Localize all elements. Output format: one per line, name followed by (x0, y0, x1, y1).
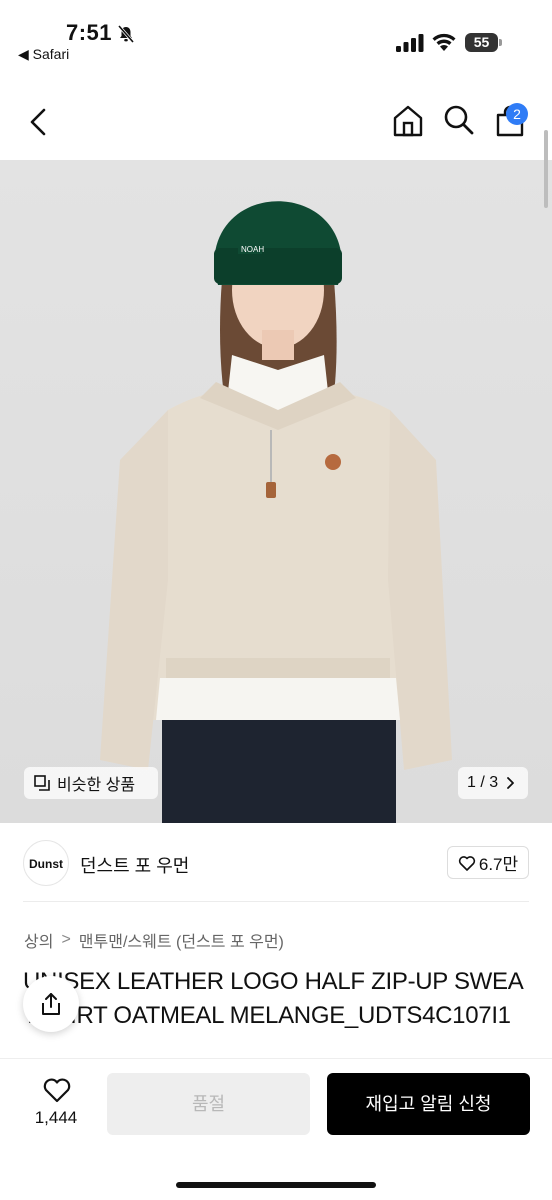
battery-indicator: 55 (465, 33, 503, 52)
back-to-safari[interactable]: ◀ Safari (18, 46, 69, 63)
brand-logo[interactable]: Dunst (23, 840, 69, 886)
restock-alert-button[interactable]: 재입고 알림 신청 (327, 1073, 530, 1135)
product-image[interactable]: NOAH (0, 160, 552, 823)
brand-name[interactable]: 던스트 포 우먼 (80, 852, 189, 878)
cellular-signal-icon (396, 34, 424, 52)
share-icon (42, 993, 60, 1015)
top-nav-bar (0, 82, 552, 162)
chevron-left-icon[interactable] (24, 104, 54, 140)
heart-icon (458, 855, 475, 871)
divider (23, 901, 529, 902)
home-indicator[interactable] (176, 1182, 376, 1188)
battery-body: 55 (465, 33, 498, 52)
status-time: 7:51 (66, 20, 113, 45)
heart-icon[interactable] (42, 1077, 72, 1103)
similar-products-label: 비슷한 상품 (57, 777, 136, 794)
brand-row[interactable]: Dunst 던스트 포 우먼 6.7만 (0, 826, 552, 900)
product-title: UNISEX LEATHER LOGO HALF ZIP-UP SWEATSHI… (23, 968, 524, 1029)
product-detail-page: 7:51 ◀ Safari 55 2 NOAH 비슷한 상품 1 / 3 Dun… (0, 0, 552, 1200)
wifi-icon (432, 33, 456, 51)
brand-like-count: 6.7만 (478, 855, 519, 874)
image-pager-button[interactable]: 1 / 3 (458, 767, 528, 799)
breadcrumb-separator: > (61, 931, 71, 948)
home-icon[interactable] (391, 104, 425, 138)
breadcrumb-category[interactable]: 상의 (24, 928, 53, 952)
battery-level: 55 (473, 34, 490, 50)
breadcrumb-subcategory[interactable]: 맨투맨/스웨트 (던스트 포 우먼) (79, 928, 284, 952)
share-button[interactable] (23, 976, 79, 1032)
soldout-button[interactable]: 품절 (107, 1073, 310, 1135)
product-photo: NOAH (0, 160, 552, 823)
wishlist-count: 1,444 (34, 1108, 78, 1127)
scrollbar-thumb[interactable] (544, 130, 548, 208)
brand-like-button[interactable]: 6.7만 (447, 846, 529, 879)
image-pager-label: 1 / 3 (467, 774, 499, 791)
category-breadcrumb: 상의 > 맨투맨/스웨트 (던스트 포 우먼) (24, 928, 284, 952)
chevron-right-icon (507, 777, 515, 789)
cart-count-badge: 2 (506, 103, 528, 125)
status-bar: 7:51 ◀ Safari 55 (0, 0, 552, 72)
search-icon[interactable] (443, 104, 475, 136)
bell-off-icon (117, 25, 135, 43)
similar-products-button[interactable]: 비슷한 상품 (24, 767, 158, 799)
copy-icon (34, 775, 50, 791)
svg-text:NOAH: NOAH (241, 245, 264, 254)
battery-tip (499, 39, 502, 46)
